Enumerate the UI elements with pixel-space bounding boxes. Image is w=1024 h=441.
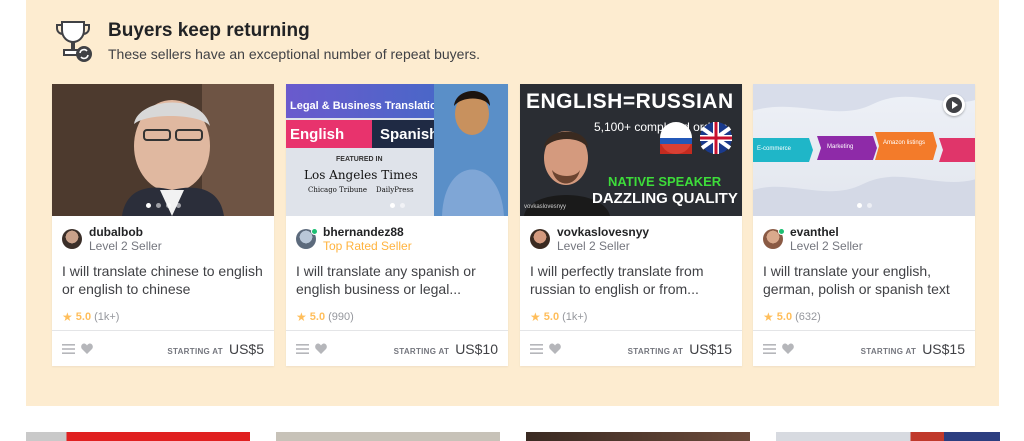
rating-score: 5.0 xyxy=(309,311,326,323)
repeat-buyers-section: Buyers keep returning These sellers have… xyxy=(26,0,999,406)
price-value: US$10 xyxy=(455,340,498,357)
gig-thumbnail[interactable]: Legal & Business Translations English Sp… xyxy=(286,84,508,216)
thumb-headline: Legal & Business Translations xyxy=(290,100,450,112)
gig-thumbnail[interactable] xyxy=(52,84,274,216)
thumb-native: NATIVE SPEAKER xyxy=(608,174,722,189)
rating: ★ 5.0 (990) xyxy=(286,298,508,324)
rating-count: (1k+) xyxy=(94,311,120,323)
section-title: Buyers keep returning xyxy=(108,20,310,41)
star-icon: ★ xyxy=(296,310,307,324)
section-subtitle: These sellers have an exceptional number… xyxy=(108,46,480,62)
list-icon[interactable] xyxy=(763,343,776,354)
rating-count: (990) xyxy=(328,311,354,323)
seller-level: Level 2 Seller xyxy=(89,239,162,253)
heart-icon[interactable] xyxy=(315,343,327,354)
card-footer: STARTING AT US$5 xyxy=(52,330,274,366)
thumb-featured: FEATURED IN xyxy=(336,156,383,163)
star-icon: ★ xyxy=(530,310,541,324)
gig-thumbnail-peek[interactable] xyxy=(276,432,500,441)
rating-count: (632) xyxy=(795,311,821,323)
thumb-lang2: Spanish xyxy=(380,126,439,143)
rating: ★ 5.0 (632) xyxy=(753,298,975,324)
seller-name[interactable]: bhernandez88 xyxy=(323,225,412,239)
gig-card[interactable]: E-commerce Marketing Amazon listings eva… xyxy=(753,84,975,366)
section-header: Buyers keep returning These sellers have… xyxy=(54,18,480,64)
gig-title[interactable]: I will translate chinese to english or e… xyxy=(52,254,274,298)
price-value: US$5 xyxy=(228,340,264,357)
gig-thumbnail-peek[interactable] xyxy=(776,432,1000,441)
price[interactable]: STARTING AT US$15 xyxy=(861,341,965,357)
play-icon xyxy=(946,97,962,113)
seller-photo xyxy=(434,84,508,216)
thumb-paper2: Chicago Tribune xyxy=(308,186,368,194)
starting-at-label: STARTING AT xyxy=(627,346,684,356)
avatar[interactable] xyxy=(296,228,318,249)
rating-score: 5.0 xyxy=(776,311,793,323)
price[interactable]: STARTING AT US$5 xyxy=(167,341,264,357)
thumb-tag3: Amazon listings xyxy=(882,140,926,146)
heart-icon[interactable] xyxy=(81,343,93,354)
carousel-dots[interactable] xyxy=(753,203,975,208)
thumb-tag2: Marketing xyxy=(827,144,854,150)
avatar[interactable] xyxy=(62,229,82,249)
seller-level: Top Rated Seller xyxy=(323,239,412,253)
thumb-headline: ENGLISH=RUSSIAN xyxy=(526,90,734,113)
thumb-lang1: English xyxy=(290,126,345,143)
gig-card[interactable]: Legal & Business Translations English Sp… xyxy=(286,84,508,366)
star-icon: ★ xyxy=(763,310,774,324)
price-value: US$15 xyxy=(689,340,732,357)
carousel-dots[interactable] xyxy=(286,203,508,208)
card-footer: STARTING AT US$15 xyxy=(753,330,975,366)
rating: ★ 5.0 (1k+) xyxy=(52,298,274,324)
rating-score: 5.0 xyxy=(75,311,92,323)
rating: ★ 5.0 (1k+) xyxy=(520,298,742,324)
card-footer: STARTING AT US$15 xyxy=(520,330,742,366)
gig-title[interactable]: I will translate your english, german, p… xyxy=(753,254,975,298)
avatar[interactable] xyxy=(530,229,550,249)
thumb-paper3: DailyPress xyxy=(376,186,414,194)
heart-icon[interactable] xyxy=(549,343,561,354)
rating-score: 5.0 xyxy=(543,311,560,323)
online-indicator xyxy=(778,228,785,235)
avatar[interactable] xyxy=(763,228,785,249)
rating-count: (1k+) xyxy=(562,311,588,323)
carousel-dots[interactable] xyxy=(52,203,274,208)
gig-thumbnail[interactable]: ENGLISH=RUSSIAN 5,100+ completed orders … xyxy=(520,84,742,216)
seller-name[interactable]: vovkaslovesnyy xyxy=(557,225,649,239)
gig-thumbnail-peek[interactable] xyxy=(26,432,250,441)
online-indicator xyxy=(311,228,318,235)
gig-card[interactable]: ENGLISH=RUSSIAN 5,100+ completed orders … xyxy=(520,84,742,366)
gig-thumbnail[interactable]: E-commerce Marketing Amazon listings xyxy=(753,84,975,216)
gig-card[interactable]: dubalbob Level 2 Seller I will translate… xyxy=(52,84,274,366)
gig-title[interactable]: I will translate any spanish or english … xyxy=(286,254,508,298)
trophy-icon xyxy=(56,21,92,62)
seller-level: Level 2 Seller xyxy=(790,239,863,253)
price[interactable]: STARTING AT US$15 xyxy=(628,341,732,357)
seller-photo xyxy=(52,84,274,216)
thumb-quality: DAZZLING QUALITY xyxy=(592,190,738,207)
starting-at-label: STARTING AT xyxy=(393,346,450,356)
heart-icon[interactable] xyxy=(782,343,794,354)
list-icon[interactable] xyxy=(296,343,309,354)
seller-name[interactable]: dubalbob xyxy=(89,225,162,239)
starting-at-label: STARTING AT xyxy=(860,346,917,356)
thumb-tag1: E-commerce xyxy=(757,146,792,152)
list-icon[interactable] xyxy=(62,343,75,354)
play-button[interactable] xyxy=(943,94,965,116)
gig-title[interactable]: I will perfectly translate from russian … xyxy=(520,254,742,298)
seller-name[interactable]: evanthel xyxy=(790,225,863,239)
thumb-paper1: Los Angeles Times xyxy=(304,168,418,182)
price-value: US$15 xyxy=(922,340,965,357)
thumb-handle: vovkaslovesnyy xyxy=(524,204,567,210)
card-footer: STARTING AT US$10 xyxy=(286,330,508,366)
seller-level: Level 2 Seller xyxy=(557,239,630,253)
price[interactable]: STARTING AT US$10 xyxy=(394,341,498,357)
star-icon: ★ xyxy=(62,310,73,324)
gig-thumbnail-peek[interactable] xyxy=(526,432,750,441)
list-icon[interactable] xyxy=(530,343,543,354)
starting-at-label: STARTING AT xyxy=(167,346,223,356)
